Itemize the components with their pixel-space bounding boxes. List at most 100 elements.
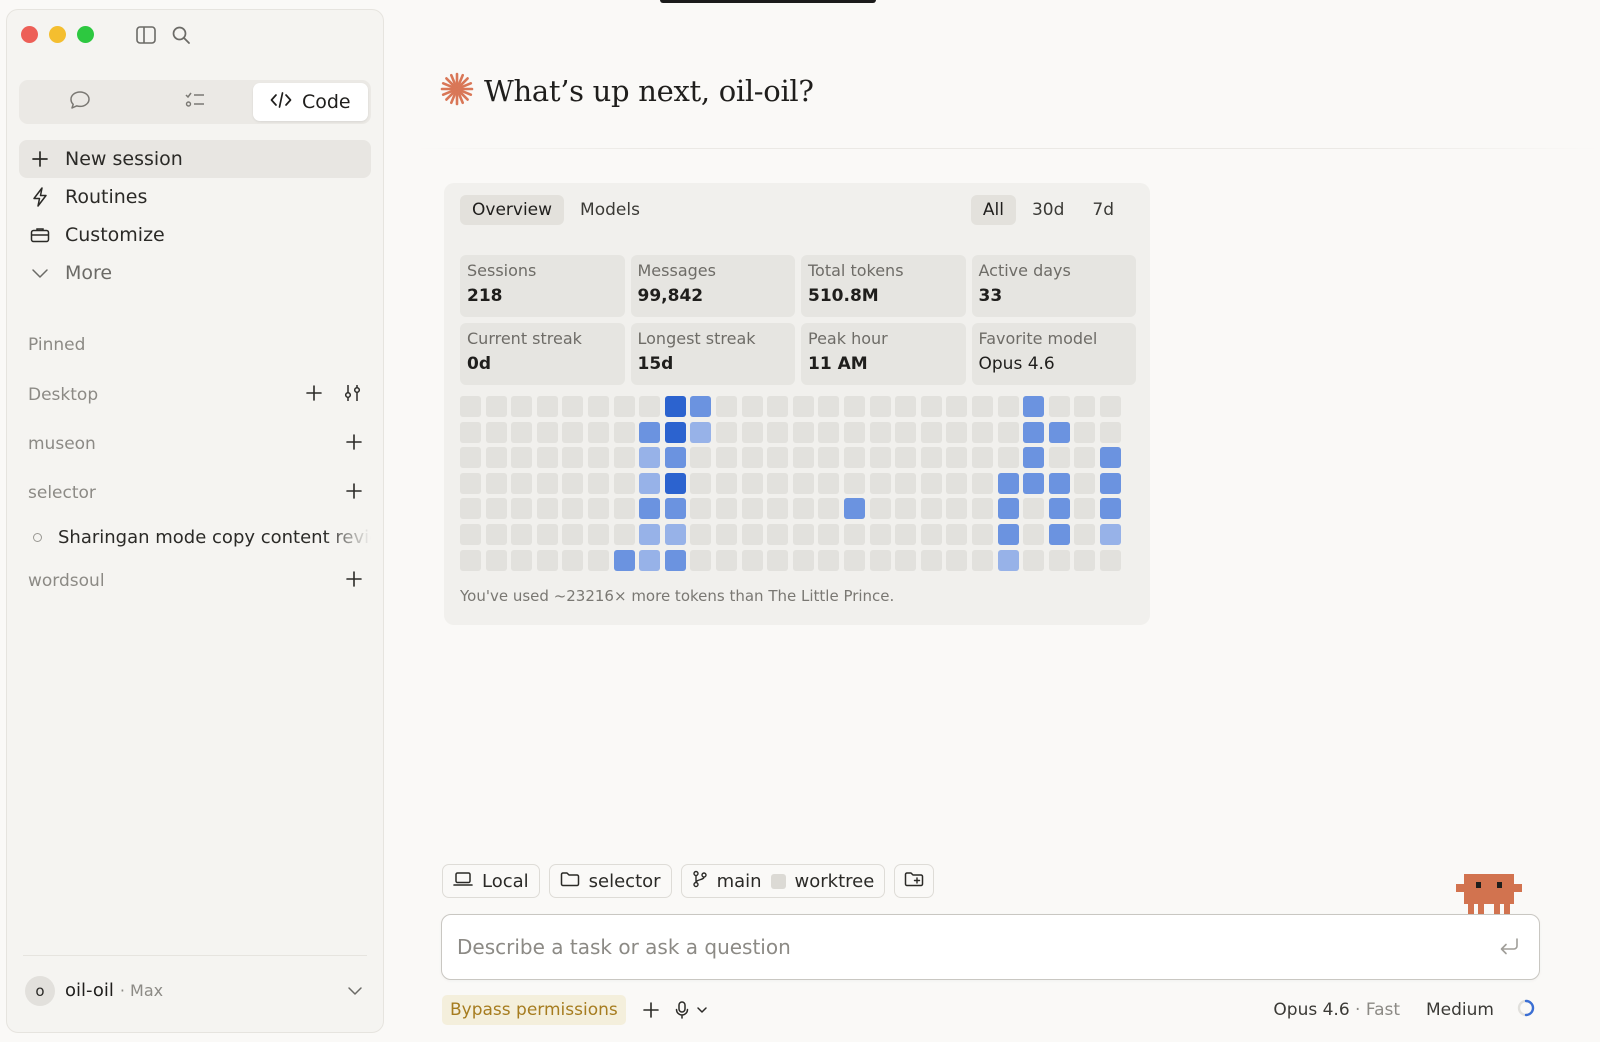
code-mode-button[interactable]: Code	[252, 83, 368, 121]
stat-messages: Messages 99,842	[630, 255, 795, 317]
folder-selector-button[interactable]: selector	[548, 864, 672, 898]
folder-icon	[560, 871, 580, 892]
microphone-icon[interactable]	[674, 1000, 690, 1020]
add-desktop-session-plus-icon[interactable]	[305, 384, 323, 407]
search-icon[interactable]	[170, 24, 192, 46]
tab-overview[interactable]: Overview	[460, 195, 565, 225]
add-selector-session-plus-icon[interactable]	[345, 482, 363, 505]
environment-local-button[interactable]: Local	[442, 864, 540, 898]
user-name: oil-oil	[65, 980, 114, 1001]
museon-section-header: museon	[19, 429, 371, 459]
heatmap-cell	[1100, 472, 1121, 494]
heatmap-cell	[997, 421, 1019, 443]
sidebar: Code New session Routines Customize More…	[6, 9, 384, 1033]
session-item[interactable]: Sharingan mode copy content review	[19, 520, 371, 554]
minimize-window-button[interactable]	[49, 26, 66, 43]
chat-mode-button[interactable]	[22, 83, 137, 121]
routines-nav-item[interactable]: Routines	[19, 178, 371, 216]
add-museon-session-plus-icon[interactable]	[345, 433, 363, 456]
stat-sessions: Sessions 218	[460, 255, 625, 317]
enter-key-icon[interactable]	[1499, 937, 1519, 959]
heatmap-cell	[741, 549, 763, 571]
heatmap-cell	[741, 498, 763, 520]
heatmap-cell	[639, 498, 661, 520]
heatmap-cell	[997, 524, 1019, 545]
prompt-input[interactable]	[457, 915, 1457, 979]
heatmap-cell	[895, 524, 917, 545]
heatmap-cell	[716, 447, 737, 469]
heatmap-cell	[741, 396, 763, 417]
range-all[interactable]: All	[970, 195, 1016, 225]
heatmap-cell	[716, 524, 737, 545]
range-30d[interactable]: 30d	[1020, 195, 1076, 225]
zoom-window-button[interactable]	[77, 26, 94, 43]
heatmap-cell	[562, 524, 584, 545]
new-session-label: New session	[65, 148, 183, 170]
code-mode-label: Code	[301, 91, 351, 113]
heatmap-cell	[690, 421, 712, 443]
stats-tabs: Overview Models	[460, 195, 652, 225]
heatmap-cell	[690, 549, 712, 571]
heatmap-cell	[844, 498, 865, 520]
heatmap-cell	[460, 396, 481, 417]
heatmap-cell	[639, 396, 661, 417]
heatmap-cell	[920, 524, 942, 545]
heatmap-cell	[562, 447, 584, 469]
divider	[416, 148, 1600, 149]
heatmap-cell	[511, 396, 533, 417]
filter-sliders-icon[interactable]	[343, 383, 363, 408]
heatmap-cell	[1074, 447, 1096, 469]
account-menu-button[interactable]: o oil-oil · Max	[23, 955, 367, 1025]
heatmap-cell	[664, 421, 686, 443]
tab-models[interactable]: Models	[568, 195, 652, 225]
heatmap-cell	[588, 421, 609, 443]
heatmap-cell	[1074, 498, 1096, 520]
heatmap-cell	[511, 524, 533, 545]
context-usage-icon[interactable]	[1516, 998, 1536, 1022]
close-window-button[interactable]	[21, 26, 38, 43]
heatmap-cell	[1074, 549, 1096, 571]
range-7d[interactable]: 7d	[1080, 195, 1126, 225]
heatmap-cell	[895, 447, 917, 469]
heatmap-cell	[1100, 421, 1121, 443]
heatmap-cell	[1100, 498, 1121, 520]
heatmap-cell	[690, 498, 712, 520]
heatmap-cell	[562, 498, 584, 520]
bypass-permissions-button[interactable]: Bypass permissions	[442, 995, 626, 1025]
heatmap-cell	[1048, 421, 1070, 443]
heatmap-cell	[613, 498, 635, 520]
add-folder-button[interactable]	[894, 864, 935, 898]
new-session-button[interactable]: New session	[19, 140, 371, 178]
heatmap-cell	[895, 396, 917, 417]
heatmap-cell	[869, 524, 891, 545]
heatmap-cell	[613, 524, 635, 545]
attach-plus-icon[interactable]	[642, 1001, 660, 1019]
checklist-icon	[184, 90, 206, 114]
heatmap-cell	[511, 472, 533, 494]
add-wordsoul-session-plus-icon[interactable]	[345, 570, 363, 593]
heatmap-cell	[664, 396, 686, 417]
customize-nav-item[interactable]: Customize	[19, 216, 371, 254]
heatmap-cell	[613, 421, 635, 443]
heatmap-cell	[997, 472, 1019, 494]
heatmap-cell	[485, 421, 507, 443]
sidebar-toggle-icon[interactable]	[135, 24, 157, 46]
effort-selector[interactable]: Medium	[1426, 1000, 1494, 1020]
heatmap-cell	[869, 447, 891, 469]
heatmap-cell	[946, 498, 968, 520]
tasks-mode-button[interactable]	[137, 83, 252, 121]
more-nav-item[interactable]: More	[19, 254, 371, 292]
heatmap-cell	[972, 524, 993, 545]
worktree-checkbox[interactable]	[770, 873, 786, 889]
chevron-down-icon[interactable]	[696, 1006, 708, 1014]
heatmap-cell	[844, 421, 865, 443]
model-selector[interactable]: Opus 4.6 · Fast	[1273, 1000, 1400, 1020]
stat-label: Sessions	[467, 261, 537, 280]
branch-worktree-button[interactable]: main worktree	[680, 864, 886, 898]
heatmap-cell	[588, 498, 609, 520]
heatmap-cell	[920, 421, 942, 443]
heatmap-cell	[485, 524, 507, 545]
pinned-label: Pinned	[28, 335, 86, 355]
model-settings: Opus 4.6 · Fast Medium	[1273, 998, 1540, 1022]
pinned-section-header: Pinned	[19, 330, 371, 360]
